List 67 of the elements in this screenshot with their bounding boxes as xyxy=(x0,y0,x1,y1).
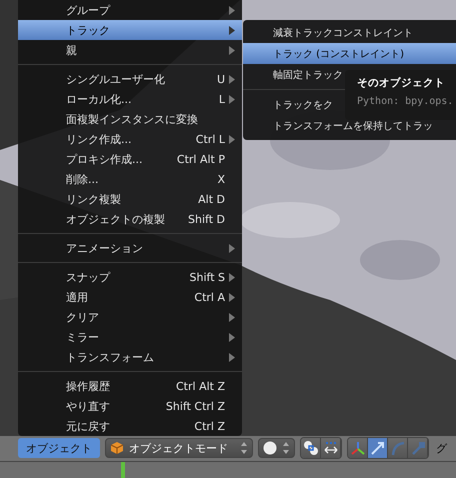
manipulator-button[interactable] xyxy=(368,438,388,458)
up-down-arrow-icon xyxy=(282,441,290,455)
menu-item[interactable]: トラック xyxy=(18,20,242,40)
menu-item[interactable]: 親 xyxy=(18,40,242,60)
menu-item[interactable]: 適用 Ctrl A xyxy=(18,287,242,307)
menu-item[interactable]: シングルユーザー化 U xyxy=(18,69,242,89)
menu-item[interactable]: リンク複製 Alt D xyxy=(18,189,242,209)
group-menu[interactable]: グ xyxy=(436,440,447,456)
menu-item[interactable]: クリア xyxy=(18,307,242,327)
submenu-arrow-icon xyxy=(228,46,236,54)
shortcut: Ctrl L xyxy=(196,132,225,146)
menu-item[interactable]: 削除... X xyxy=(18,169,242,189)
menu-item[interactable]: オブジェクトの複製 Shift D xyxy=(18,209,242,229)
manipulator-button[interactable] xyxy=(348,438,368,458)
submenu-arrow-icon xyxy=(228,134,236,144)
shading-dropdown[interactable] xyxy=(258,438,295,458)
submenu-arrow-icon xyxy=(228,244,236,252)
submenu-arrow-icon xyxy=(228,332,236,342)
pivot-icon xyxy=(302,440,318,456)
playhead-icon xyxy=(121,462,125,478)
sphere-icon xyxy=(263,441,277,455)
double-arrow-icon xyxy=(322,441,338,455)
menu-item[interactable]: 操作履歴 Ctrl Alt Z xyxy=(18,376,242,396)
menu-item[interactable]: トランスフォーム xyxy=(18,347,242,367)
menu-item[interactable]: ローカル化... L xyxy=(18,89,242,109)
menu-item[interactable]: 元に戻す Ctrl Z xyxy=(18,416,242,436)
menu-item[interactable]: 面複製インスタンスに変換 xyxy=(18,109,242,129)
shortcut: X xyxy=(217,172,225,186)
object-menu-button[interactable]: オブジェクト xyxy=(18,438,100,458)
shortcut: Ctrl A xyxy=(194,290,225,304)
shortcut: Ctrl Z xyxy=(194,420,225,432)
pivot-button[interactable] xyxy=(301,438,321,458)
python-path: Python: bpy.ops. xyxy=(357,96,454,107)
submenu-arrow-icon xyxy=(228,94,236,104)
up-down-arrow-icon xyxy=(240,441,248,455)
submenu-arrow-icon xyxy=(228,312,236,322)
cube-icon xyxy=(110,441,124,455)
manipulate-centers-button[interactable] xyxy=(321,438,341,458)
menu-item[interactable]: グループ xyxy=(18,0,242,20)
menu-item[interactable]: スナップ Shift S xyxy=(18,267,242,287)
menu-item[interactable]: プロキシ作成... Ctrl Alt P xyxy=(18,149,242,169)
submenu-arrow-icon xyxy=(228,26,236,34)
menu-item[interactable]: トラック (コンストレイント) xyxy=(243,43,456,64)
menu-item[interactable]: やり直す Shift Ctrl Z xyxy=(18,396,242,416)
mode-dropdown[interactable]: オブジェクトモード xyxy=(105,438,253,458)
shortcut: Ctrl Alt P xyxy=(176,152,225,166)
menu-item[interactable]: 減衰トラックコンストレイント xyxy=(243,22,456,43)
submenu-arrow-icon xyxy=(228,352,236,362)
shortcut: Ctrl Alt Z xyxy=(176,380,225,392)
submenu-arrow-icon xyxy=(228,74,236,84)
submenu-arrow-icon xyxy=(228,6,236,14)
shortcut: Alt D xyxy=(198,192,225,206)
scale-icon xyxy=(410,440,426,456)
axes-icon xyxy=(350,440,366,456)
shortcut: Shift D xyxy=(188,212,225,226)
shortcut: U xyxy=(216,72,225,86)
tooltip-title: そのオブジェクト xyxy=(357,76,446,90)
submenu-arrow-icon xyxy=(228,292,236,302)
arc-icon xyxy=(390,440,406,456)
arrow-icon xyxy=(370,440,386,456)
menu-item[interactable]: ミラー xyxy=(18,327,242,347)
submenu-arrow-icon xyxy=(228,272,236,282)
shortcut: L xyxy=(218,92,225,106)
shortcut: Shift Ctrl Z xyxy=(166,400,225,412)
menu-item[interactable]: リンク作成... Ctrl L xyxy=(18,129,242,149)
menu-item[interactable]: アニメーション xyxy=(18,238,242,258)
shortcut: Shift S xyxy=(190,270,225,284)
